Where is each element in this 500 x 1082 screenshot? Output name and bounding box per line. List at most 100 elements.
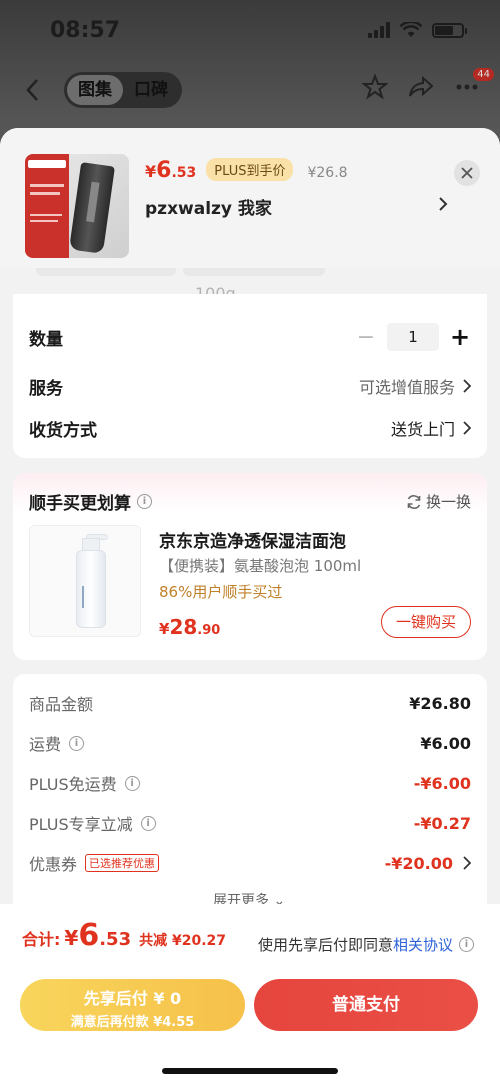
recommend-product-name[interactable]: 京东京造净透保湿洁面泡	[159, 527, 346, 552]
fee-value: -¥0.27	[413, 813, 471, 833]
recommend-title: 顺手买更划算 i	[29, 489, 152, 514]
agreement-link[interactable]: 相关协议	[393, 934, 453, 955]
increase-button[interactable]: +	[449, 323, 471, 351]
price-symbol: ¥	[145, 162, 157, 181]
fee-label-wrap: 优惠券 已选推荐优惠	[29, 851, 160, 875]
price-integer: 28	[169, 615, 198, 639]
price-integer: 6	[156, 158, 172, 183]
info-icon[interactable]: i	[69, 735, 85, 751]
signal-icon	[368, 22, 390, 38]
media-tab-switch: 图集 口碑	[64, 72, 182, 108]
swap-button[interactable]: 换一换	[406, 491, 471, 512]
top-nav: 图集 口碑 44	[0, 68, 500, 110]
nav-actions	[362, 74, 480, 100]
status-bar: 08:57	[0, 0, 500, 60]
wifi-icon	[400, 22, 422, 37]
decrease-button[interactable]: −	[355, 325, 377, 350]
product-thumbnail	[25, 154, 129, 258]
message-badge: 44	[473, 68, 494, 81]
address-selector[interactable]: pzxwalzy 我家	[145, 194, 450, 219]
status-time: 08:57	[50, 18, 121, 43]
share-icon[interactable]	[408, 74, 434, 100]
fee-row-plus-discount: PLUS专享立减 i -¥0.27	[29, 810, 471, 836]
plus-price-tag: PLUS到手价	[206, 158, 294, 181]
swap-label: 换一换	[425, 493, 471, 511]
fee-label-wrap: PLUS专享立减 i	[29, 811, 156, 835]
one-click-buy-button[interactable]: 一键购买	[381, 606, 471, 638]
back-icon[interactable]	[22, 76, 44, 104]
delivery-value-text: 送货上门	[390, 420, 455, 439]
info-icon[interactable]: i	[140, 815, 156, 831]
price-symbol: ¥	[159, 620, 170, 638]
normal-pay-button[interactable]: 普通支付	[254, 979, 478, 1031]
recommend-title-text: 顺手买更划算	[29, 494, 131, 514]
chevron-right-icon	[439, 197, 448, 211]
agreement-notice: 使用先享后付即同意 相关协议 i	[258, 934, 474, 955]
battery-icon	[432, 22, 467, 38]
chevron-right-icon	[463, 379, 471, 393]
chevron-right-icon	[463, 421, 471, 435]
fee-value: ¥26.80	[409, 693, 471, 713]
recommend-product-image[interactable]	[29, 525, 141, 637]
fee-label-wrap: PLUS免运费 i	[29, 771, 140, 795]
address-text: pzxwalzy 我家	[145, 199, 272, 219]
fee-row-shipping: 运费 i ¥6.00	[29, 730, 471, 756]
service-label: 服务	[29, 378, 63, 399]
recommend-card: 顺手买更划算 i 换一换 京东京造净透保湿洁面泡 【便携装】氨基酸泡泡 100m…	[13, 473, 487, 660]
close-icon	[461, 167, 473, 179]
agreement-text: 使用先享后付即同意	[257, 936, 393, 954]
pay-later-button[interactable]: 先享后付 ¥ 0 满意后再付款 ¥4.55	[20, 979, 245, 1031]
service-row[interactable]: 服务 可选增值服务	[29, 371, 471, 401]
checkout-sheet: ¥ 6 .53 PLUS到手价 ¥26.8 pzxwalzy 我家 酸泡泡 15…	[0, 128, 500, 1082]
fee-value-wrap: -¥20.00	[385, 854, 471, 873]
fee-value: ¥6.00	[420, 733, 471, 753]
refresh-icon	[407, 494, 421, 509]
tab-gallery[interactable]: 图集	[67, 75, 123, 105]
status-icons	[368, 22, 467, 38]
fee-summary-card: 商品金额 ¥26.80 运费 i ¥6.00 PLUS免运费 i -¥6.00 …	[13, 674, 487, 914]
fee-value: -¥20.00	[384, 853, 453, 873]
close-button[interactable]	[454, 160, 480, 186]
product-price: ¥ 6 .53 PLUS到手价 ¥26.8	[145, 158, 348, 183]
total-integer: 6	[78, 918, 100, 953]
fee-label: PLUS免运费	[29, 775, 117, 794]
total-symbol: ¥	[64, 926, 79, 950]
tab-reviews[interactable]: 口碑	[123, 75, 179, 105]
delivery-row[interactable]: 收货方式 送货上门	[29, 413, 471, 443]
fee-row-subtotal: 商品金额 ¥26.80	[29, 690, 471, 716]
info-icon[interactable]: i	[137, 494, 152, 509]
checkout-footer: 合计: ¥ 6 .53 共减 ¥20.27 使用先享后付即同意 相关协议 i 先享…	[0, 904, 500, 1082]
home-indicator	[162, 1068, 338, 1074]
fee-label: 运费	[29, 735, 62, 754]
total-label: 合计:	[22, 930, 61, 949]
quantity-label: 数量	[29, 329, 63, 350]
pay-later-subtitle: 满意后再付款 ¥4.55	[70, 1015, 195, 1030]
favorite-icon[interactable]	[362, 74, 388, 100]
recommend-product-price: ¥ 28 .90	[159, 615, 220, 639]
original-price: ¥26.8	[307, 165, 348, 181]
fee-value: -¥6.00	[413, 773, 471, 793]
delivery-value: 送货上门	[391, 416, 471, 440]
recommend-product-spec: 【便携装】氨基酸泡泡 100ml	[159, 557, 362, 575]
pay-later-title: 先享后付 ¥ 0	[83, 989, 182, 1008]
fee-label: PLUS专享立减	[29, 815, 133, 834]
price-decimal: .90	[197, 623, 221, 638]
order-options-card: 数量 − 1 + 服务 可选增值服务 收货方式 送货上门	[13, 294, 487, 458]
price-decimal: .53	[171, 165, 197, 181]
fee-label: 商品金额	[29, 695, 94, 714]
fee-label: 优惠券	[29, 855, 78, 874]
service-value: 可选增值服务	[359, 374, 471, 398]
quantity-value[interactable]: 1	[387, 323, 439, 351]
recommend-product-stat: 86%用户顺手买过	[159, 583, 283, 601]
info-icon[interactable]: i	[459, 937, 474, 952]
chevron-right-icon	[463, 856, 471, 870]
quantity-stepper: − 1 +	[355, 323, 471, 351]
coupon-tag: 已选推荐优惠	[85, 854, 160, 872]
fee-row-plus-shipping: PLUS免运费 i -¥6.00	[29, 770, 471, 796]
fee-row-coupon[interactable]: 优惠券 已选推荐优惠 -¥20.00	[29, 850, 471, 876]
service-value-text: 可选增值服务	[358, 378, 455, 397]
total-decimal: .53	[99, 929, 132, 950]
info-icon[interactable]: i	[124, 775, 140, 791]
fee-label-wrap: 运费 i	[29, 731, 85, 755]
product-header: ¥ 6 .53 PLUS到手价 ¥26.8 pzxwalzy 我家	[0, 128, 500, 268]
